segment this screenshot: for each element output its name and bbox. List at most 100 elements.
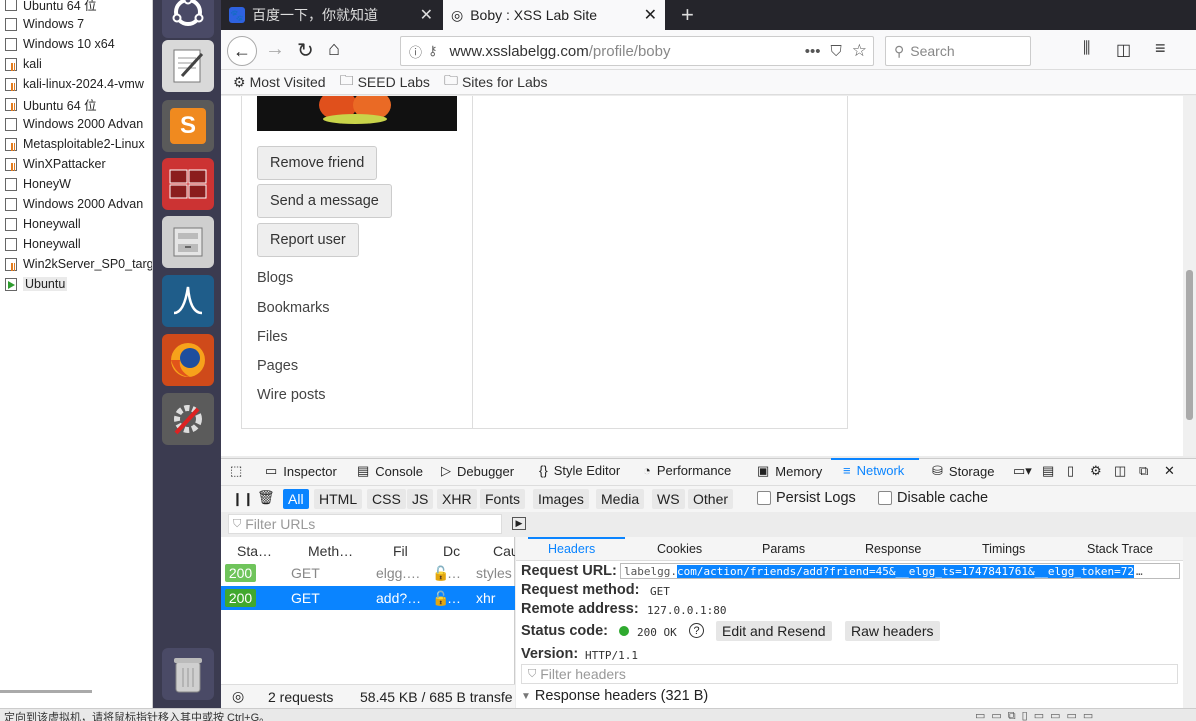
- vm-list-item[interactable]: WinXPattacker: [0, 154, 152, 174]
- vm-list-scrollbar[interactable]: [0, 690, 92, 693]
- settings-icon[interactable]: [162, 393, 214, 445]
- wireshark-icon[interactable]: [162, 275, 214, 327]
- profile-menu-bookmarks[interactable]: Bookmarks: [257, 300, 330, 316]
- bookmark-most-visited[interactable]: ⚙ Most Visited: [233, 74, 326, 91]
- profile-menu-pages[interactable]: Pages: [257, 358, 298, 374]
- pause-icon[interactable]: ❙❙: [232, 491, 254, 507]
- column-cause[interactable]: Cau: [493, 543, 515, 559]
- responsive-design-icon[interactable]: ▯: [1067, 463, 1074, 479]
- filter-other[interactable]: Other: [688, 489, 734, 509]
- column-file[interactable]: Fil: [393, 543, 413, 559]
- search-box[interactable]: ⚲ Search: [885, 36, 1031, 66]
- back-button[interactable]: ←: [227, 36, 257, 66]
- tab-headers[interactable]: Headers: [548, 542, 595, 556]
- home-button[interactable]: ⌂: [328, 38, 340, 61]
- page-scrollbar-thumb[interactable]: [1186, 270, 1193, 420]
- terminal-icon[interactable]: [162, 158, 214, 210]
- tab-cookies[interactable]: Cookies: [657, 542, 702, 556]
- tab-timings[interactable]: Timings: [982, 542, 1025, 556]
- remove-friend-button[interactable]: Remove friend: [257, 146, 378, 180]
- filter-urls-input[interactable]: ⛉ Filter URLs: [228, 514, 502, 534]
- text-editor-icon[interactable]: [162, 40, 214, 92]
- column-domain[interactable]: Dc: [443, 543, 463, 559]
- request-row[interactable]: 200 GET elgg.… 🔓 … styles: [221, 561, 515, 585]
- undock-icon[interactable]: ⧉: [1139, 463, 1148, 479]
- library-icon[interactable]: ⫼: [1083, 40, 1090, 58]
- tool-network[interactable]: ≡ Network: [843, 463, 904, 478]
- column-method[interactable]: Meth…: [308, 543, 364, 559]
- bookmark-sites-for-labs[interactable]: 🗀 Sites for Labs: [444, 70, 548, 94]
- raw-headers-button[interactable]: Raw headers: [845, 621, 940, 641]
- close-tab-icon[interactable]: ✕: [644, 5, 657, 25]
- forward-button[interactable]: →: [265, 38, 285, 61]
- vm-list-item[interactable]: Ubuntu 64 位: [0, 0, 152, 14]
- info-icon[interactable]: ⓘ: [409, 42, 422, 61]
- vm-list-item[interactable]: Windows 2000 Advan: [0, 194, 152, 214]
- new-tab-button[interactable]: +: [673, 0, 703, 30]
- tool-memory[interactable]: ▣ Memory: [757, 463, 822, 479]
- vm-list-item[interactable]: HoneyW: [0, 174, 152, 194]
- profile-menu-wire-posts[interactable]: Wire posts: [257, 387, 326, 403]
- dock-side-icon[interactable]: ◫: [1114, 463, 1126, 479]
- clear-trash-icon[interactable]: 🗑: [257, 489, 275, 506]
- sublime-text-icon[interactable]: S: [162, 100, 214, 152]
- filter-ws[interactable]: WS: [652, 489, 685, 509]
- disable-cache-checkbox[interactable]: Disable cache: [878, 490, 988, 506]
- send-message-button[interactable]: Send a message: [257, 184, 392, 218]
- filter-all[interactable]: All: [283, 489, 309, 509]
- filter-html[interactable]: HTML: [314, 489, 363, 509]
- sidebar-icon[interactable]: ◫: [1116, 40, 1131, 60]
- tool-performance[interactable]: ◔ Performance: [643, 463, 731, 478]
- vm-list-item[interactable]: kali: [0, 54, 152, 74]
- tool-inspector[interactable]: ▭ Inspector: [265, 463, 337, 479]
- filter-xhr[interactable]: XHR: [437, 489, 477, 509]
- tab-boby-xss-lab[interactable]: ◎ Boby : XSS Lab Site ✕: [443, 0, 665, 30]
- vm-list-item[interactable]: Win2kServer_SP0_targ: [0, 254, 152, 274]
- profile-menu-files[interactable]: Files: [257, 329, 288, 345]
- tab-baidu[interactable]: 🐾 百度一下，你就知道 ✕: [221, 0, 441, 30]
- reload-button[interactable]: ↻: [297, 38, 314, 63]
- page-actions-button[interactable]: •••: [805, 43, 821, 60]
- filter-headers-input[interactable]: ⛉ Filter headers: [521, 664, 1178, 684]
- column-status[interactable]: Sta…: [237, 543, 281, 559]
- bookmark-seed-labs[interactable]: 🗀 SEED Labs: [340, 70, 430, 94]
- persist-logs-checkbox[interactable]: Persist Logs: [757, 490, 856, 506]
- filter-media[interactable]: Media: [596, 489, 645, 509]
- tool-console[interactable]: ▤ Console: [357, 463, 423, 479]
- vm-list-item[interactable]: Metasploitable2-Linux: [0, 134, 152, 154]
- vm-list-item[interactable]: Windows 7: [0, 14, 152, 34]
- vm-list-item[interactable]: Windows 2000 Advan: [0, 114, 152, 134]
- close-tab-icon[interactable]: ✕: [420, 5, 433, 25]
- filter-images[interactable]: Images: [533, 489, 589, 509]
- filter-fonts[interactable]: Fonts: [480, 489, 526, 509]
- report-user-button[interactable]: Report user: [257, 223, 359, 257]
- bookmark-star-icon[interactable]: ☆: [852, 41, 867, 61]
- filter-css[interactable]: CSS: [367, 489, 406, 509]
- menu-hamburger-icon[interactable]: ≡: [1155, 38, 1166, 59]
- devtools-settings-icon[interactable]: ⚙: [1090, 463, 1102, 479]
- url-bar[interactable]: ⓘ ⚷ www.xsslabelgg.com /profile/boby •••…: [400, 36, 874, 66]
- toggle-sidebar-icon[interactable]: ▶: [512, 517, 526, 530]
- firefox-icon[interactable]: [162, 334, 214, 386]
- response-headers-section[interactable]: ▼ Response headers (321 B): [516, 684, 1183, 708]
- scratchpad-icon[interactable]: ▤: [1042, 463, 1054, 479]
- tab-response[interactable]: Response: [865, 542, 921, 556]
- tool-storage[interactable]: ⛁ Storage: [932, 463, 994, 479]
- profile-menu-blogs[interactable]: Blogs: [257, 270, 293, 286]
- filter-js[interactable]: JS: [407, 489, 434, 509]
- details-scrollbar[interactable]: [1183, 537, 1196, 708]
- edit-and-resend-button[interactable]: Edit and Resend: [716, 621, 832, 641]
- tab-params[interactable]: Params: [762, 542, 805, 556]
- vm-list-item[interactable]: kali-linux-2024.4-vmw: [0, 74, 152, 94]
- vm-device-icons[interactable]: ▭▭⧉▯▭▭▭▭: [975, 709, 1099, 721]
- ubuntu-dash-icon[interactable]: [162, 0, 214, 38]
- performance-analysis-icon[interactable]: ◎: [232, 688, 244, 705]
- tab-stack-trace[interactable]: Stack Trace: [1087, 542, 1153, 556]
- vm-list-item[interactable]: Honeywall: [0, 234, 152, 254]
- vm-list-item-selected[interactable]: Ubuntu: [0, 274, 152, 294]
- tool-debugger[interactable]: ▷ Debugger: [441, 463, 514, 479]
- trash-icon[interactable]: [162, 648, 214, 700]
- request-url-field[interactable]: labelgg. com/action/friends/add?friend=4…: [620, 563, 1180, 579]
- file-manager-icon[interactable]: [162, 216, 214, 268]
- split-console-icon[interactable]: ▭▾: [1013, 463, 1032, 479]
